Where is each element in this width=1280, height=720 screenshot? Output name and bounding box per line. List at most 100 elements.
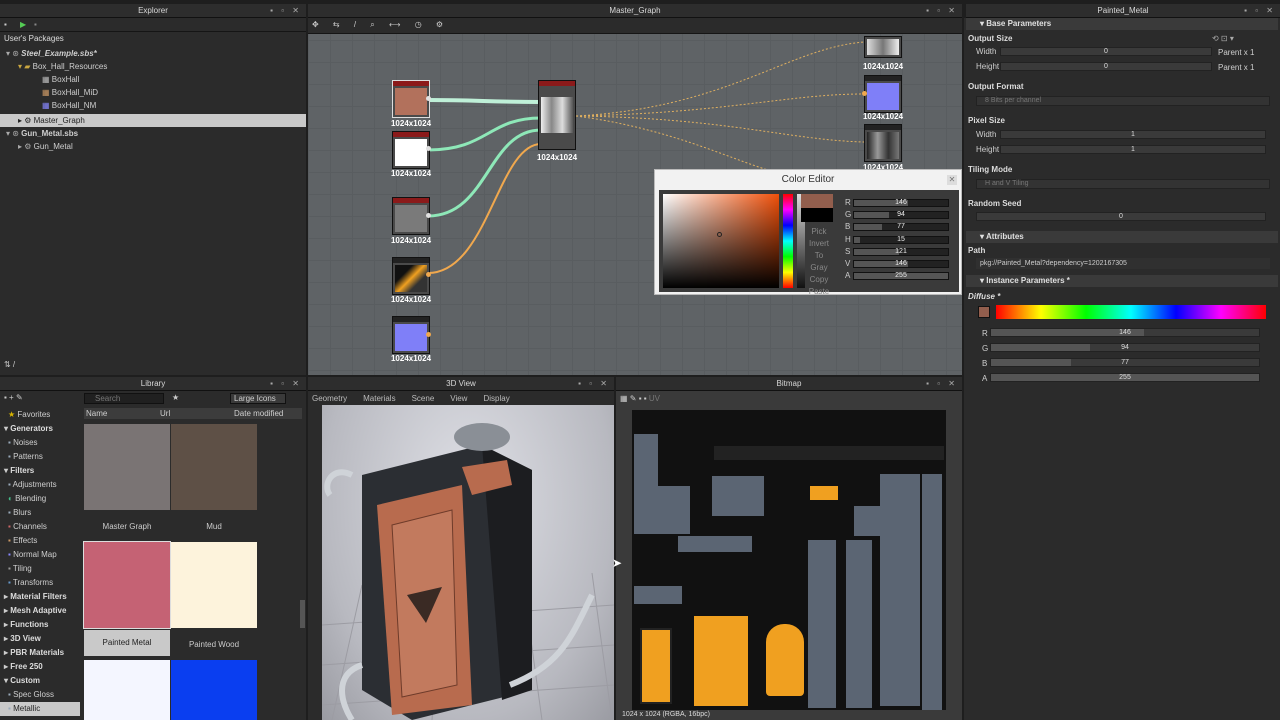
pick-button[interactable]: Pick	[807, 226, 831, 238]
bitmap-image[interactable]	[632, 410, 946, 710]
bitmap-toolbar-icons[interactable]: ▦ ✎ ▪ ▪ UV	[620, 394, 660, 403]
color-channel-h[interactable]: H 15	[845, 235, 955, 245]
color-channel-s[interactable]: S 121	[845, 247, 955, 257]
library-thumb-item-4[interactable]	[84, 660, 170, 720]
diffuse-color-swatch[interactable]	[978, 306, 990, 318]
panel-controls[interactable]: ▪ ▫ ✕	[1244, 4, 1276, 18]
library-category-channels[interactable]: ▪ Channels	[0, 520, 80, 534]
library-thumb-painted-metal[interactable]	[83, 541, 171, 629]
panel-controls[interactable]: ▪ ▫ ✕	[270, 4, 302, 18]
output-width-slider[interactable]: 0	[1000, 47, 1212, 56]
diffuse-channel-g[interactable]: G 94	[978, 343, 1268, 354]
saturation-value-picker[interactable]	[663, 194, 779, 288]
paste-button[interactable]: Paste	[807, 286, 831, 298]
library-category-3d-view[interactable]: ▸ 3D View	[0, 632, 80, 646]
picker-cursor[interactable]	[717, 232, 722, 237]
channel-slider[interactable]: 77	[853, 223, 949, 232]
diffuse-hue-bar[interactable]	[996, 305, 1266, 319]
graph-node-bitmap[interactable]	[392, 257, 430, 295]
channel-slider[interactable]: 146	[853, 199, 949, 207]
graph-node-base-color[interactable]	[392, 80, 430, 118]
library-category-favorites[interactable]: ★ Favorites	[0, 408, 80, 422]
node-output-port[interactable]	[426, 213, 431, 218]
library-category-transforms[interactable]: ▪ Transforms	[0, 576, 80, 590]
star-icon[interactable]: ★	[172, 393, 179, 402]
library-toolbar-icons[interactable]: ▪ + ✎	[4, 393, 23, 402]
diffuse-channel-b[interactable]: B 77	[978, 358, 1268, 369]
diffuse-channel-r[interactable]: R 146	[978, 328, 1268, 339]
library-thumb-painted-wood[interactable]	[171, 542, 257, 628]
library-category-metallic[interactable]: ▪ Metallic	[0, 702, 80, 716]
color-channel-v[interactable]: V 146	[845, 259, 955, 269]
tree-item-gun-metal-sbs[interactable]: ▾ ⊛ Gun_Metal.sbs	[0, 127, 306, 140]
view3d-menu-display[interactable]: Display	[483, 394, 509, 403]
channel-slider[interactable]: 146	[990, 328, 1260, 337]
channel-slider[interactable]: 94	[853, 211, 949, 220]
section-instance-parameters[interactable]: ▾ Instance Parameters *	[966, 275, 1278, 287]
hue-slider[interactable]	[783, 194, 793, 288]
graph-node-output-basecolor[interactable]	[864, 36, 902, 58]
graph-node-material-blend[interactable]	[538, 80, 576, 150]
graph-node-output-roughness[interactable]	[864, 124, 902, 162]
pixel-height-slider[interactable]: 1	[1000, 145, 1266, 154]
height-mode[interactable]: Parent x 1	[1218, 63, 1254, 72]
library-category-pbr-materials[interactable]: ▸ PBR Materials	[0, 646, 80, 660]
channel-slider[interactable]: 77	[990, 358, 1260, 367]
color-channel-a[interactable]: A 255	[845, 271, 955, 281]
library-scrollbar[interactable]	[300, 600, 305, 628]
graph-footer-icons[interactable]: ⇅ /	[4, 360, 15, 369]
output-height-slider[interactable]: 0	[1000, 62, 1212, 71]
tree-item-boxhall-mid[interactable]: ▦ BoxHall_MiD	[0, 86, 306, 99]
copy-button[interactable]: Copy	[807, 274, 831, 286]
panel-controls[interactable]: ▪ ▫ ✕	[926, 377, 958, 391]
tree-item-boxhall-nm[interactable]: ▦ BoxHall_NM	[0, 99, 306, 112]
tree-item-gun-metal[interactable]: ▸ ⚙ Gun_Metal	[0, 140, 306, 153]
node-output-port[interactable]	[426, 146, 431, 151]
channel-slider[interactable]: 15	[853, 235, 949, 244]
tiling-mode-select[interactable]: H and V Tiling	[976, 179, 1270, 189]
channel-slider[interactable]: 146	[853, 260, 949, 268]
library-category-mesh-adaptive[interactable]: ▸ Mesh Adaptive	[0, 604, 80, 618]
node-output-port[interactable]	[426, 96, 431, 101]
save-icon[interactable]: ▪	[34, 20, 37, 29]
color-channel-g[interactable]: G 94	[845, 210, 955, 220]
tree-item-steel-example[interactable]: ▾ ⊛ Steel_Example.sbs*	[0, 47, 306, 60]
to-gray-button[interactable]: To Gray	[807, 250, 831, 274]
random-seed-slider[interactable]: 0	[976, 212, 1266, 221]
output-size-controls[interactable]: ⟲ ⊡ ▾	[1212, 34, 1234, 43]
tree-item-box-hall-resources[interactable]: ▾ ▰ Box_Hall_Resources	[0, 60, 306, 73]
channel-slider[interactable]: 255	[990, 373, 1260, 382]
tree-item-boxhall[interactable]: ▦ BoxHall	[0, 73, 306, 86]
graph-node-normal[interactable]	[392, 316, 430, 354]
view3d-viewport[interactable]	[322, 405, 614, 720]
color-channel-r[interactable]: R 146	[845, 198, 955, 208]
library-category-custom[interactable]: ▾ Custom	[0, 674, 80, 688]
library-category-effects[interactable]: ▪ Effects	[0, 534, 80, 548]
library-category-blending[interactable]: ◐ Blending	[0, 492, 80, 506]
library-category-normal-map[interactable]: ▪ Normal Map	[0, 548, 80, 562]
node-output-port[interactable]	[426, 332, 431, 337]
diffuse-channel-a[interactable]: A 255	[978, 373, 1268, 384]
library-thumb-mud[interactable]	[171, 424, 257, 510]
node-input-port[interactable]	[862, 91, 867, 96]
graph-node-white[interactable]	[392, 131, 430, 169]
library-category-tiling[interactable]: ▪ Tiling	[0, 562, 80, 576]
section-attributes[interactable]: ▾ Attributes	[966, 231, 1278, 243]
section-base-parameters[interactable]: ▾ Base Parameters	[966, 18, 1278, 30]
channel-slider[interactable]: 94	[990, 343, 1260, 352]
node-output-port[interactable]	[426, 272, 431, 277]
view3d-menu-geometry[interactable]: Geometry	[312, 394, 347, 403]
view3d-menu-materials[interactable]: Materials	[363, 394, 395, 403]
view3d-menu-view[interactable]: View	[450, 394, 467, 403]
library-category-adjustments[interactable]: ▪ Adjustments	[0, 478, 80, 492]
view3d-side-tools[interactable]	[308, 405, 322, 720]
color-channel-b[interactable]: B 77	[845, 222, 955, 232]
library-category-generators[interactable]: ▾ Generators	[0, 422, 80, 436]
library-category-free-250[interactable]: ▸ Free 250	[0, 660, 80, 674]
library-category-functions[interactable]: ▸ Functions	[0, 618, 80, 632]
panel-controls[interactable]: ▪ ▫ ✕	[926, 4, 958, 18]
graph-node-output-normal[interactable]	[864, 75, 902, 113]
library-category-spec-gloss[interactable]: ▪ Spec Gloss	[0, 688, 80, 702]
new-package-icon[interactable]: ▪	[4, 20, 7, 29]
library-category-blurs[interactable]: ▪ Blurs	[0, 506, 80, 520]
